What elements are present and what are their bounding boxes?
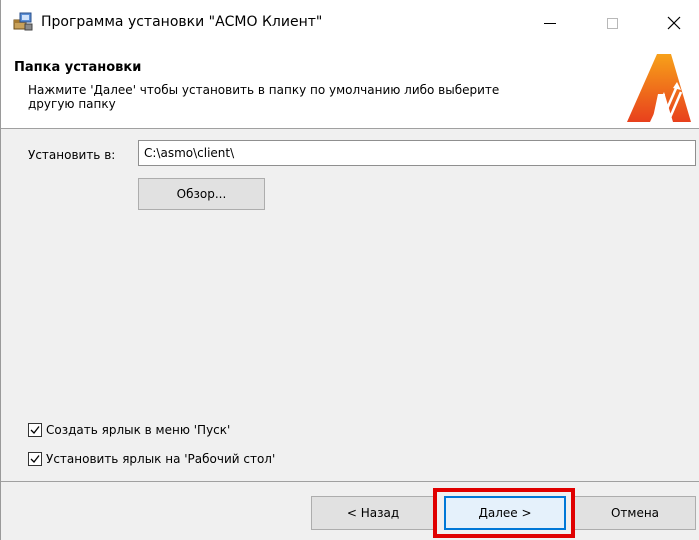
browse-button[interactable]: Обзор... [138,178,265,210]
maximize-icon [606,17,618,29]
title-bar[interactable]: Программа установки "АСМО Клиент" [1,0,699,46]
desktop-shortcut-label: Установить ярлык на 'Рабочий стол' [46,452,276,466]
window-title: Программа установки "АСМО Клиент" [41,14,323,30]
page-title: Папка установки [14,60,142,75]
close-icon [667,16,681,30]
close-button[interactable] [651,0,697,46]
start-menu-shortcut-checkbox[interactable] [28,423,42,437]
asmo-logo-icon [627,54,691,122]
start-menu-shortcut-option[interactable]: Создать ярлык в меню 'Пуск' [28,423,230,437]
installer-window: Программа установки "АСМО Клиент" Папка … [0,0,699,540]
next-button[interactable]: Далее > [444,496,566,530]
checkmark-icon [30,426,40,434]
start-menu-shortcut-label: Создать ярлык в меню 'Пуск' [46,423,231,437]
install-path-label: Установить в: [28,148,116,162]
minimize-button[interactable] [527,0,573,46]
page-description: Нажмите 'Далее' чтобы установить в папку… [28,83,500,111]
checkmark-icon [30,455,40,463]
minimize-icon [544,22,556,24]
installer-icon [13,12,33,31]
install-path-input[interactable] [138,140,696,166]
back-button[interactable]: < Назад [311,496,435,530]
header-banner: Папка установки Нажмите 'Далее' чтобы ус… [1,46,699,129]
footer-divider [1,481,699,482]
desktop-shortcut-option[interactable]: Установить ярлык на 'Рабочий стол' [28,452,275,466]
maximize-button[interactable] [589,0,635,46]
cancel-button[interactable]: Отмена [574,496,696,530]
desktop-shortcut-checkbox[interactable] [28,452,42,466]
